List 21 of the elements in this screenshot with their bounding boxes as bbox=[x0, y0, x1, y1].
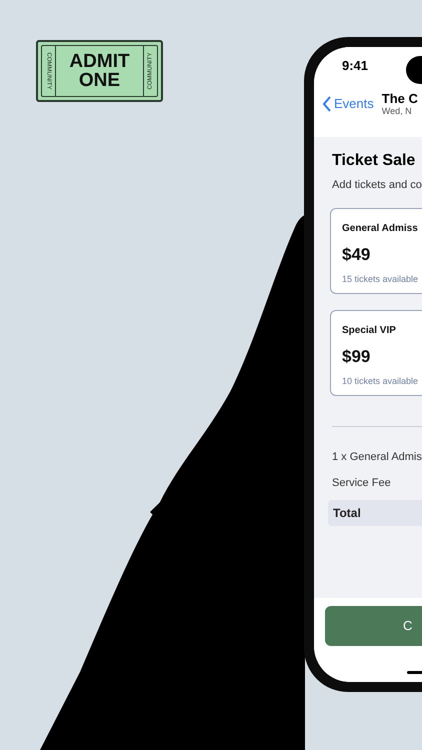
nav-title: The C bbox=[382, 91, 418, 106]
ticket-availability: 10 tickets available bbox=[342, 375, 420, 388]
ticket-name: General Admiss bbox=[342, 222, 419, 236]
summary-line: Service Fee bbox=[332, 476, 392, 491]
logo-text: ONE bbox=[78, 71, 120, 90]
total-label: Total bbox=[333, 504, 361, 522]
logo-text: ADMIT bbox=[69, 52, 130, 71]
ticket-name: Special VIP bbox=[342, 324, 397, 338]
summary-line: 1 x General Admis bbox=[332, 450, 422, 464]
ticket-card[interactable]: Special VIP $99 10 tickets available bbox=[330, 310, 422, 396]
nav-subtitle: Wed, N bbox=[382, 106, 412, 117]
page-subheading: Add tickets and co bbox=[332, 178, 422, 193]
checkout-button[interactable]: C bbox=[325, 606, 422, 646]
ticket-availability: 15 tickets available bbox=[342, 273, 420, 286]
chevron-left-icon bbox=[322, 96, 332, 112]
status-time: 9:41 bbox=[342, 57, 368, 76]
ticket-price: $49 bbox=[342, 244, 372, 266]
ticket-price: $99 bbox=[342, 346, 372, 368]
ticket-card[interactable]: General Admiss $49 15 tickets available bbox=[330, 208, 422, 294]
back-button[interactable]: Events bbox=[322, 94, 374, 114]
page-heading: Ticket Sale bbox=[332, 151, 416, 171]
